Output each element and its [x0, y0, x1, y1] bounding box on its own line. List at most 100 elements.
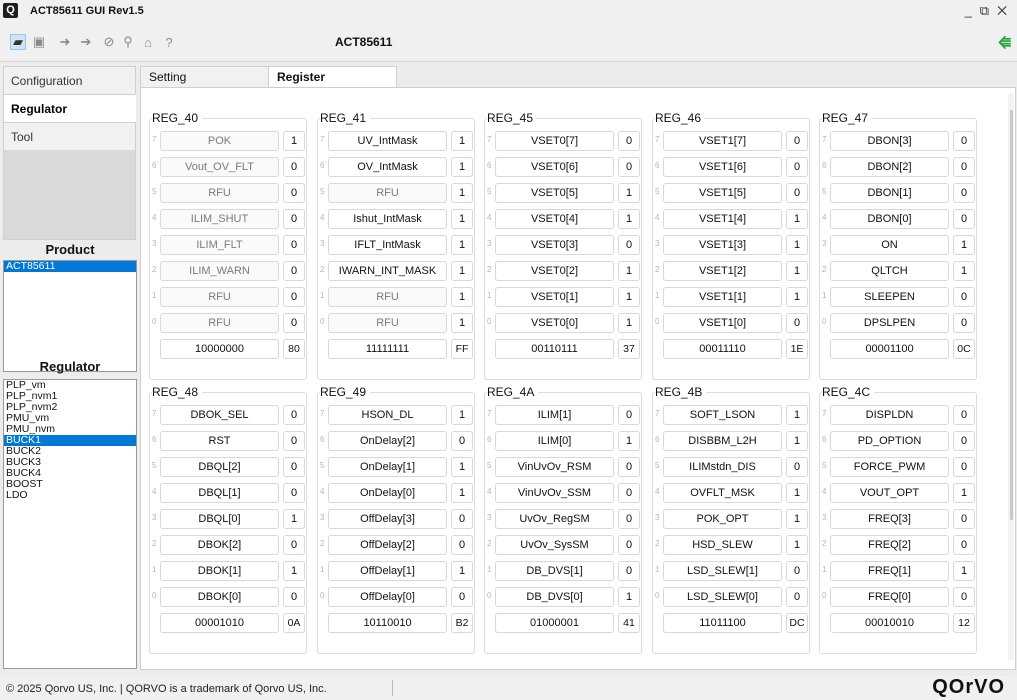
- bit-value-field[interactable]: 1: [953, 483, 975, 503]
- bit-name-button[interactable]: FREQ[3]: [830, 509, 949, 529]
- bit-name-button[interactable]: DBQL[0]: [160, 509, 279, 529]
- bit-value-field[interactable]: 0: [283, 235, 305, 255]
- bit-name-button[interactable]: OffDelay[3]: [328, 509, 447, 529]
- bit-value-field[interactable]: 0: [953, 431, 975, 451]
- bit-name-button[interactable]: LSD_SLEW[0]: [663, 587, 782, 607]
- bit-name-button[interactable]: HSD_SLEW: [663, 535, 782, 555]
- bit-value-field[interactable]: 0: [618, 561, 640, 581]
- bit-name-button[interactable]: VSET1[1]: [663, 287, 782, 307]
- bit-name-button[interactable]: DPSLPEN: [830, 313, 949, 333]
- bit-value-field[interactable]: 0: [953, 535, 975, 555]
- bit-name-button[interactable]: VSET1[2]: [663, 261, 782, 281]
- bit-value-field[interactable]: 0: [618, 131, 640, 151]
- bit-value-field[interactable]: 0: [451, 587, 473, 607]
- close-icon[interactable]: ✕: [997, 3, 1015, 18]
- bit-name-button[interactable]: PD_OPTION: [830, 431, 949, 451]
- bit-name-button[interactable]: VSET0[7]: [495, 131, 614, 151]
- bit-name-button[interactable]: FREQ[1]: [830, 561, 949, 581]
- bit-value-field[interactable]: 0: [953, 405, 975, 425]
- bit-name-button[interactable]: VSET0[1]: [495, 287, 614, 307]
- bit-value-field[interactable]: 0: [953, 587, 975, 607]
- bit-value-field[interactable]: 1: [618, 431, 640, 451]
- bit-name-button[interactable]: DISPLDN: [830, 405, 949, 425]
- bit-value-field[interactable]: 1: [283, 131, 305, 151]
- binary-value-field[interactable]: 11011100: [663, 613, 782, 633]
- bit-value-field[interactable]: 0: [618, 235, 640, 255]
- bit-name-button[interactable]: VSET1[5]: [663, 183, 782, 203]
- bit-value-field[interactable]: 1: [451, 157, 473, 177]
- binary-value-field[interactable]: 01000001: [495, 613, 614, 633]
- binary-value-field[interactable]: 10110010: [328, 613, 447, 633]
- bit-value-field[interactable]: 1: [953, 261, 975, 281]
- bit-value-field[interactable]: 1: [451, 287, 473, 307]
- bit-value-field[interactable]: 0: [786, 131, 808, 151]
- window-controls[interactable]: _⧉✕: [965, 3, 1015, 19]
- bit-name-button[interactable]: VSET1[4]: [663, 209, 782, 229]
- bit-name-button[interactable]: DB_DVS[0]: [495, 587, 614, 607]
- bit-value-field[interactable]: 0: [786, 313, 808, 333]
- bit-value-field[interactable]: 1: [618, 209, 640, 229]
- bit-name-button[interactable]: ILIM[0]: [495, 431, 614, 451]
- bit-name-button[interactable]: OV_IntMask: [328, 157, 447, 177]
- bit-value-field[interactable]: 1: [451, 561, 473, 581]
- bit-name-button[interactable]: DBON[1]: [830, 183, 949, 203]
- hex-value-field[interactable]: 80: [283, 339, 305, 359]
- bit-name-button[interactable]: OnDelay[2]: [328, 431, 447, 451]
- bit-name-button[interactable]: QLTCH: [830, 261, 949, 281]
- bit-name-button[interactable]: IWARN_INT_MASK: [328, 261, 447, 281]
- open-icon[interactable]: ▰: [10, 34, 26, 50]
- bit-name-button[interactable]: POK_OPT: [663, 509, 782, 529]
- bit-value-field[interactable]: 1: [451, 261, 473, 281]
- bit-value-field[interactable]: 0: [283, 261, 305, 281]
- bit-name-button[interactable]: UvOv_SysSM: [495, 535, 614, 555]
- check-icon[interactable]: ⊘: [101, 34, 117, 50]
- binary-value-field[interactable]: 00010010: [830, 613, 949, 633]
- product-list[interactable]: ACT85611: [3, 260, 137, 372]
- bit-name-button[interactable]: DBQL[1]: [160, 483, 279, 503]
- bit-value-field[interactable]: 0: [953, 287, 975, 307]
- save-icon[interactable]: ▣: [31, 34, 47, 50]
- binary-value-field[interactable]: 00001010: [160, 613, 279, 633]
- bit-value-field[interactable]: 0: [953, 209, 975, 229]
- bit-name-button[interactable]: UvOv_RegSM: [495, 509, 614, 529]
- bit-name-button[interactable]: DB_DVS[1]: [495, 561, 614, 581]
- bit-value-field[interactable]: 0: [451, 509, 473, 529]
- bit-value-field[interactable]: 1: [786, 209, 808, 229]
- bit-name-button[interactable]: VSET0[0]: [495, 313, 614, 333]
- binary-value-field[interactable]: 10000000: [160, 339, 279, 359]
- bit-value-field[interactable]: 0: [786, 457, 808, 477]
- bit-name-button[interactable]: OVFLT_MSK: [663, 483, 782, 503]
- bit-name-button[interactable]: SOFT_LSON: [663, 405, 782, 425]
- bit-name-button[interactable]: LSD_SLEW[1]: [663, 561, 782, 581]
- hex-value-field[interactable]: 41: [618, 613, 640, 633]
- list-item[interactable]: LDO: [4, 490, 136, 501]
- bit-value-field[interactable]: 1: [451, 457, 473, 477]
- bit-value-field[interactable]: 0: [953, 457, 975, 477]
- bit-name-button[interactable]: DBON[3]: [830, 131, 949, 151]
- bit-value-field[interactable]: 0: [953, 509, 975, 529]
- hex-value-field[interactable]: 0C: [953, 339, 975, 359]
- hex-value-field[interactable]: FF: [451, 339, 473, 359]
- bit-value-field[interactable]: 1: [786, 431, 808, 451]
- bit-name-button[interactable]: DBOK[1]: [160, 561, 279, 581]
- bit-value-field[interactable]: 1: [953, 561, 975, 581]
- help-icon[interactable]: ?: [161, 34, 177, 50]
- bit-value-field[interactable]: 0: [283, 313, 305, 333]
- bit-name-button[interactable]: DISBBM_L2H: [663, 431, 782, 451]
- bit-value-field[interactable]: 0: [451, 431, 473, 451]
- bit-value-field[interactable]: 1: [451, 209, 473, 229]
- nav-item-configuration[interactable]: Configuration: [3, 66, 136, 94]
- bit-value-field[interactable]: 1: [618, 587, 640, 607]
- bit-value-field[interactable]: 1: [618, 183, 640, 203]
- home-icon[interactable]: ⌂: [140, 34, 156, 50]
- nav-item-tool[interactable]: Tool: [3, 122, 136, 150]
- bit-name-button[interactable]: DBOK[2]: [160, 535, 279, 555]
- binary-value-field[interactable]: 00011110: [663, 339, 782, 359]
- bit-value-field[interactable]: 0: [953, 157, 975, 177]
- tab-setting[interactable]: Setting: [140, 66, 269, 88]
- bit-value-field[interactable]: 1: [786, 287, 808, 307]
- bit-value-field[interactable]: 0: [283, 183, 305, 203]
- regulator-list[interactable]: PLP_vm PLP_nvm1 PLP_nvm2 PMU_vm PMU_nvm BUCK1…: [3, 379, 137, 669]
- bit-value-field[interactable]: 0: [283, 157, 305, 177]
- bit-name-button[interactable]: DBOK[0]: [160, 587, 279, 607]
